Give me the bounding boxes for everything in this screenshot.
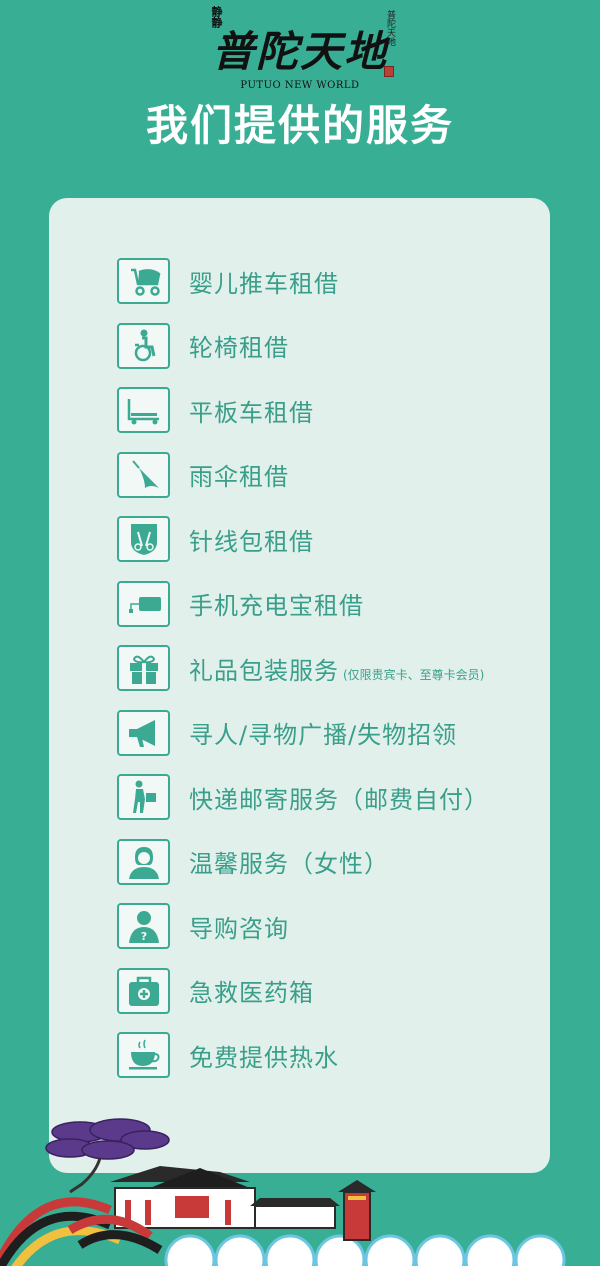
logo-signature-right: 普陀天地: [385, 10, 395, 46]
tree-canopy: [45, 1118, 170, 1160]
service-label: 礼品包装服务 (仅限贵宾卡、至尊卡会员): [189, 651, 484, 686]
page-title: 我们提供的服务: [145, 101, 454, 150]
list-item: 礼品包装服务 (仅限贵宾卡、至尊卡会员): [117, 644, 484, 692]
first-aid-kit-icon: [117, 967, 170, 1014]
list-item: 雨伞租借: [117, 451, 289, 499]
service-label: 婴儿推车租借: [189, 269, 339, 298]
list-item: 寻人/寻物广播/失物招领: [117, 709, 457, 757]
service-label: 平板车租借: [189, 398, 314, 427]
megaphone-icon: [117, 709, 170, 756]
gift-icon: [117, 645, 170, 691]
service-label: 雨伞租借: [189, 463, 289, 491]
power-bank-icon: [117, 580, 170, 627]
logo-seal-icon: [384, 66, 394, 77]
hot-cup-icon: [117, 1032, 170, 1078]
svg-text:?: ?: [140, 930, 146, 943]
service-label-text: 礼品包装服务: [189, 656, 339, 685]
umbrella-icon: [117, 451, 170, 498]
list-item: ? 导购咨询: [117, 902, 289, 950]
list-item: 温馨服务（女性）: [117, 838, 389, 886]
list-item: 免费提供热水: [117, 1031, 339, 1079]
service-label: 手机充电宝租借: [189, 592, 364, 620]
list-item: 轮椅租借: [117, 322, 289, 370]
sewing-kit-icon: [117, 516, 170, 562]
service-label: 温馨服务（女性）: [189, 850, 389, 878]
guide-question-icon: ?: [117, 903, 170, 949]
list-item: 针线包租借: [117, 515, 314, 563]
service-label: 免费提供热水: [189, 1043, 339, 1072]
courier-icon: [117, 774, 170, 820]
baby-stroller-icon: [117, 258, 170, 304]
list-item: 手机充电宝租借: [117, 580, 364, 628]
logo-signature-left: 静静: [210, 6, 223, 28]
list-item: 快递邮寄服务（邮费自付）: [117, 773, 489, 821]
service-label: 寻人/寻物广播/失物招领: [189, 721, 458, 749]
list-item: 急救医药箱: [117, 967, 314, 1015]
service-note: (仅限贵宾卡、至尊卡会员): [343, 667, 485, 682]
wheelchair-icon: [117, 322, 170, 369]
decorative-architecture-illustration: [0, 1118, 566, 1266]
brand-logo: 普陀天地: [0, 28, 600, 76]
service-label: 针线包租借: [189, 527, 314, 556]
logo-subtitle: PUTUO NEW WORLD: [240, 80, 360, 91]
woman-icon: [117, 838, 170, 885]
service-label: 急救医药箱: [189, 979, 314, 1007]
service-label: 轮椅租借: [189, 334, 289, 362]
list-item: 平板车租借: [117, 386, 314, 434]
service-label: 导购咨询: [189, 914, 289, 943]
service-label: 快递邮寄服务（邮费自付）: [189, 785, 489, 814]
logo-wordmark: 普陀天地: [211, 27, 388, 76]
flat-cart-icon: [117, 387, 170, 433]
list-item: 婴儿推车租借: [117, 257, 339, 305]
